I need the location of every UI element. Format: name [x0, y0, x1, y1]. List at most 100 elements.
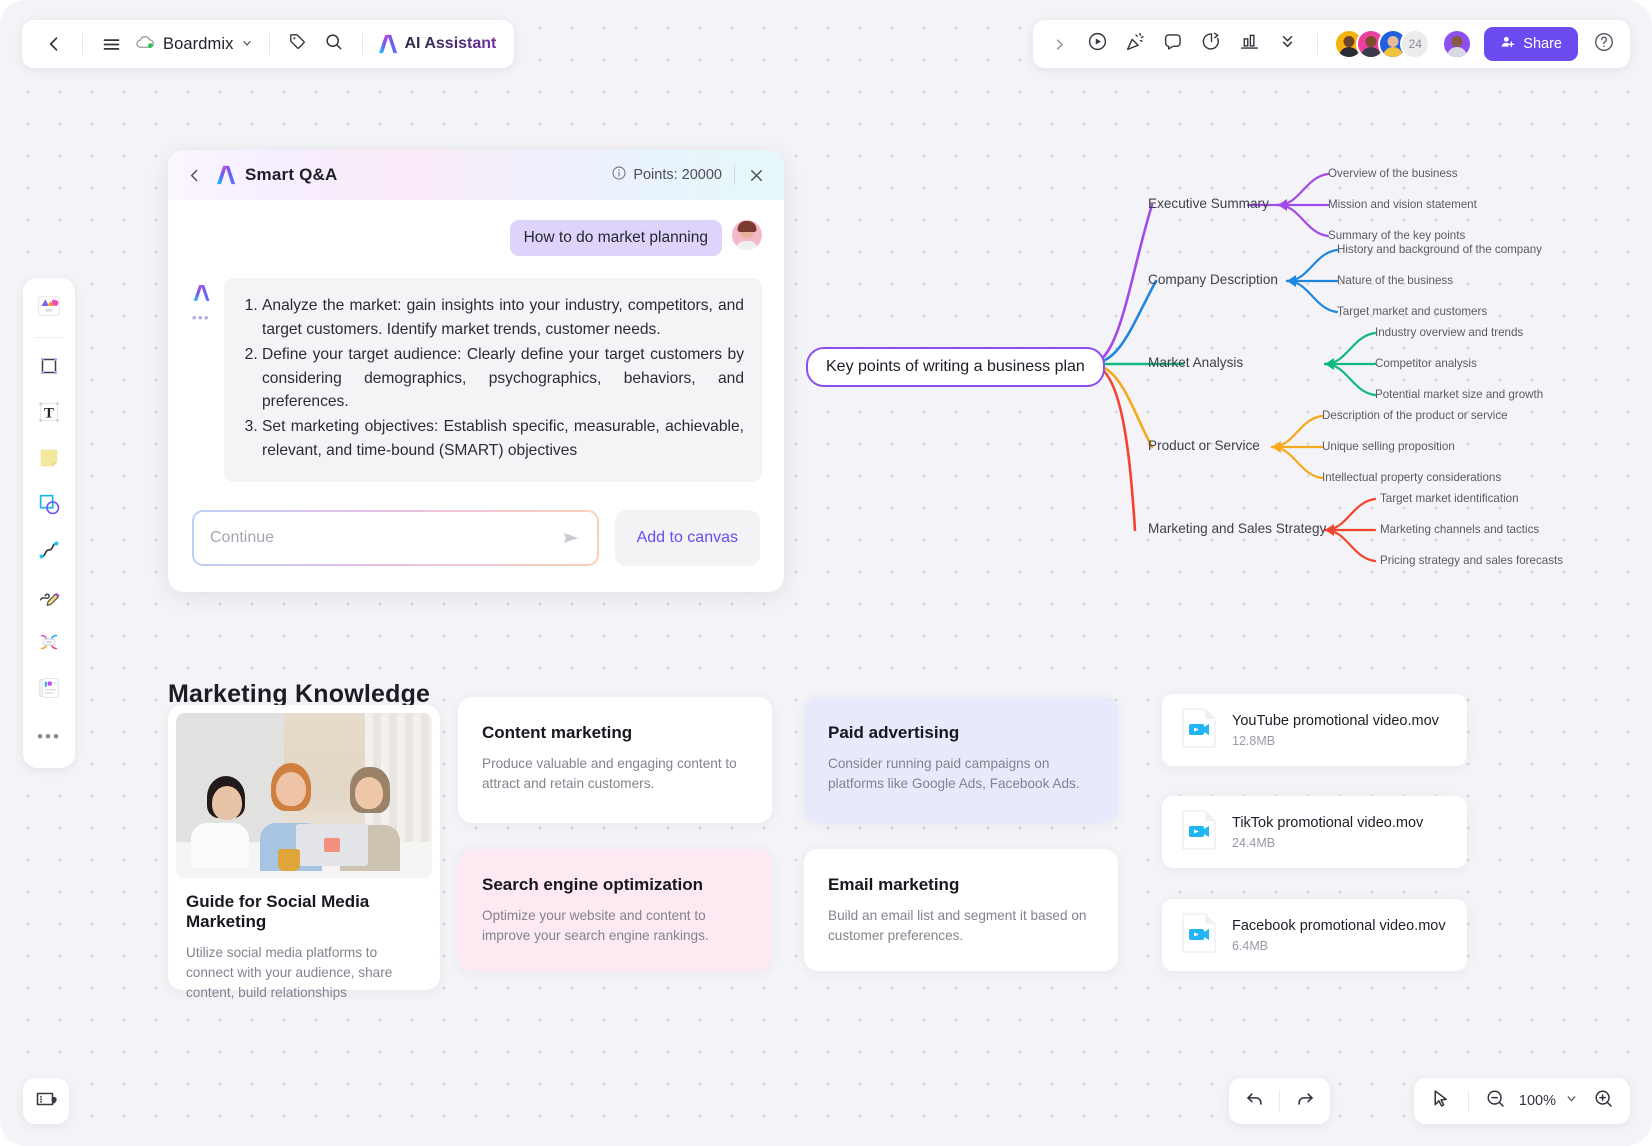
- file-card[interactable]: YouTube promotional video.mov 12.8MB: [1162, 694, 1467, 766]
- points-indicator[interactable]: Points: 20000: [611, 165, 722, 185]
- mindmap-branch-market-analysis[interactable]: Market Analysis: [1148, 355, 1243, 370]
- svg-text:T: T: [44, 405, 54, 421]
- share-button[interactable]: Share: [1484, 27, 1578, 61]
- mindmap-leaf[interactable]: Description of the product or service: [1322, 409, 1508, 422]
- mindmap-branch-executive-summary[interactable]: Executive Summary: [1148, 196, 1269, 211]
- guide-card-photo: [176, 713, 432, 878]
- qa-close-button[interactable]: [747, 166, 766, 185]
- ai-assistant-button[interactable]: AI Assistant: [373, 34, 501, 54]
- templates-tool[interactable]: [29, 288, 69, 328]
- card-search-engine-optimization[interactable]: Search engine optimization Optimize your…: [458, 849, 772, 971]
- zoom-out-button[interactable]: [1477, 1082, 1515, 1120]
- zoom-level-label[interactable]: 100%: [1517, 1093, 1558, 1109]
- mindmap-leaf[interactable]: Target market identification: [1380, 492, 1519, 505]
- mindmap-leaf[interactable]: Unique selling proposition: [1322, 440, 1455, 453]
- chart-button[interactable]: [1231, 26, 1267, 62]
- card-description: Build an email list and segment it based…: [828, 908, 1087, 944]
- mindmap-leaf[interactable]: Marketing channels and tactics: [1380, 523, 1539, 536]
- sticky-note-tool[interactable]: [29, 440, 69, 480]
- card-description: Produce valuable and engaging content to…: [482, 756, 737, 792]
- zoom-out-icon: [1485, 1088, 1506, 1114]
- mindmap-branch-company-description[interactable]: Company Description: [1148, 272, 1278, 287]
- mindmap-leaf[interactable]: Overview of the business: [1328, 167, 1458, 180]
- search-icon: [324, 32, 343, 56]
- app-window: Boardmix AI Assistant 24 Share T ••• Sma…: [0, 0, 1652, 1146]
- file-size: 6.4MB: [1232, 938, 1269, 953]
- mindmap-branch-marketing-and-sales-strategy[interactable]: Marketing and Sales Strategy: [1148, 521, 1326, 536]
- tag-button[interactable]: [280, 26, 316, 62]
- qa-continue-input[interactable]: [210, 528, 551, 547]
- timer-button[interactable]: [1193, 26, 1229, 62]
- current-user-avatar[interactable]: [1442, 29, 1473, 59]
- card-guide-for-social-media-marketing[interactable]: Guide for Social Media Marketing Utilize…: [168, 705, 440, 1000]
- card-title: Content marketing: [482, 723, 633, 742]
- share-label: Share: [1523, 36, 1562, 52]
- mindmap-leaf[interactable]: Summary of the key points: [1328, 229, 1465, 242]
- back-button[interactable]: [36, 26, 72, 62]
- zoom-dropdown-button[interactable]: [1560, 1082, 1582, 1120]
- timer-icon: [1201, 31, 1222, 57]
- card-content-marketing[interactable]: Content marketing Produce valuable and e…: [458, 697, 772, 823]
- card-title: Email marketing: [828, 875, 960, 894]
- file-card[interactable]: Facebook promotional video.mov 6.4MB: [1162, 899, 1467, 971]
- add-to-canvas-button[interactable]: Add to canvas: [614, 509, 760, 566]
- present-button[interactable]: [1079, 26, 1115, 62]
- help-button[interactable]: [1586, 26, 1622, 62]
- text-tool[interactable]: T: [29, 394, 69, 434]
- qa-back-button[interactable]: [186, 167, 207, 184]
- file-size: 24.4MB: [1232, 835, 1276, 850]
- mindmap-leaf[interactable]: Target market and customers: [1337, 305, 1487, 318]
- search-button[interactable]: [316, 26, 352, 62]
- file-card[interactable]: TikTok promotional video.mov 24.4MB: [1162, 796, 1467, 868]
- document-tool[interactable]: [29, 670, 69, 710]
- select-cursor-button[interactable]: [1422, 1082, 1460, 1120]
- send-button[interactable]: [559, 527, 583, 549]
- ai-message-row: ••• Analyze the market: gain insights in…: [190, 278, 762, 482]
- comment-button[interactable]: [1155, 26, 1191, 62]
- typing-dots-icon: •••: [191, 310, 211, 325]
- minimap-button[interactable]: [23, 1078, 69, 1124]
- mindmap-root-node[interactable]: Key points of writing a business plan: [806, 347, 1105, 387]
- tag-icon: [288, 32, 307, 56]
- chevron-down-icon: [241, 37, 253, 52]
- mindmap-leaf[interactable]: Competitor analysis: [1375, 357, 1477, 370]
- collaborator-avatars[interactable]: 24: [1330, 29, 1431, 59]
- pen-tool[interactable]: [29, 578, 69, 618]
- qa-input-wrapper: [192, 509, 599, 566]
- mindmap-leaf[interactable]: Pricing strategy and sales forecasts: [1380, 554, 1563, 567]
- celebrate-button[interactable]: [1117, 26, 1153, 62]
- shapes-tool[interactable]: [29, 486, 69, 526]
- mindmap-leaf[interactable]: Nature of the business: [1337, 274, 1453, 287]
- ai-logo-icon: [215, 165, 237, 185]
- ai-answer-item: Set marketing objectives: Establish spec…: [262, 415, 744, 463]
- expand-toolbar-button[interactable]: [1041, 26, 1077, 62]
- curve-line-icon: [36, 537, 62, 568]
- mindmap-leaf[interactable]: Potential market size and growth: [1375, 388, 1543, 401]
- undo-button[interactable]: [1235, 1082, 1273, 1120]
- mindmap-leaf[interactable]: Mission and vision statement: [1328, 198, 1477, 211]
- collaborator-count-badge[interactable]: 24: [1400, 29, 1431, 59]
- mindmap-leaf[interactable]: Industry overview and trends: [1375, 326, 1523, 339]
- shapes-icon: [36, 491, 62, 522]
- menu-button[interactable]: [93, 26, 129, 62]
- three-dots-icon: •••: [37, 726, 61, 746]
- redo-button[interactable]: [1286, 1082, 1324, 1120]
- zoom-in-icon: [1593, 1088, 1614, 1114]
- mindmap-leaf[interactable]: Intellectual property considerations: [1322, 471, 1501, 484]
- redo-arrow-icon: [1295, 1088, 1316, 1114]
- mindmap[interactable]: Key points of writing a business plan Ex…: [800, 155, 1590, 575]
- zoom-in-button[interactable]: [1584, 1082, 1622, 1120]
- more-options-button[interactable]: [1269, 26, 1305, 62]
- cursor-pointer-icon: [1430, 1088, 1451, 1114]
- mindmap-leaf[interactable]: History and background of the company: [1337, 243, 1542, 256]
- document-name-dropdown[interactable]: Boardmix: [129, 34, 259, 55]
- mindmap-branch-product-or-service[interactable]: Product or Service: [1148, 438, 1260, 453]
- qa-header-right: Points: 20000: [611, 165, 766, 185]
- card-email-marketing[interactable]: Email marketing Build an email list and …: [804, 849, 1118, 971]
- ai-answer-item: Define your target audience: Clearly def…: [262, 343, 744, 415]
- connector-tool[interactable]: [29, 532, 69, 572]
- frame-tool[interactable]: [29, 348, 69, 388]
- card-paid-advertising[interactable]: Paid advertising Consider running paid c…: [804, 697, 1118, 823]
- mindmap-tool[interactable]: [29, 624, 69, 664]
- more-tools[interactable]: •••: [29, 716, 69, 756]
